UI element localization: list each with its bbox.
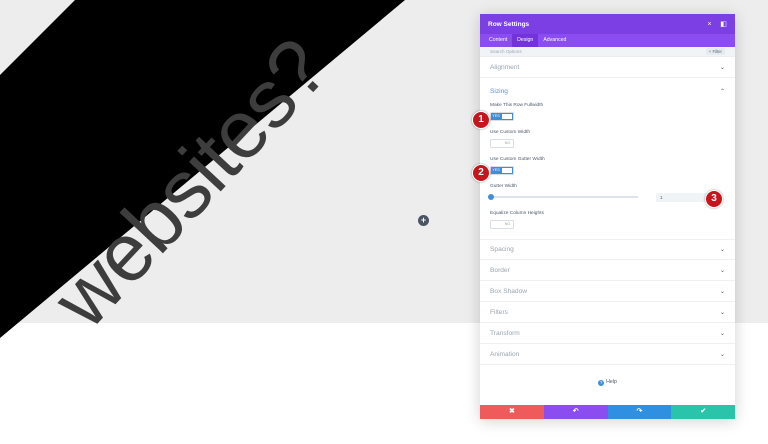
cancel-button[interactable]: ✖ (480, 405, 544, 419)
step-marker-3: 3 (705, 190, 723, 208)
chevron-down-icon: ⌄ (719, 309, 725, 316)
save-button[interactable]: ✔ (671, 405, 735, 419)
chevron-down-icon: ⌄ (719, 288, 725, 295)
gutter-width-input[interactable]: 1 (656, 192, 712, 202)
chevron-down-icon: ⌄ (719, 247, 725, 253)
chevron-down-icon: ⌄ (719, 330, 725, 337)
toggle-state: NO (504, 141, 511, 145)
modal-header: Row Settings × ◧ (480, 14, 735, 34)
section-border[interactable]: Border ⌄ (480, 260, 735, 281)
section-sizing[interactable]: Sizing ⌃ (480, 80, 735, 102)
fullwidth-toggle[interactable]: YES (490, 112, 514, 121)
chevron-down-icon: ⌄ (719, 64, 725, 71)
section-box-shadow[interactable]: Box Shadow ⌄ (480, 281, 735, 302)
chevron-down-icon: ⌄ (719, 351, 725, 358)
section-transform[interactable]: Transform ⌄ (480, 323, 735, 344)
section-title: Sizing (490, 87, 508, 95)
section-alignment[interactable]: Alignment ⌄ (480, 57, 735, 78)
section-spacing[interactable]: Spacing ⌄ (480, 239, 735, 260)
section-filters[interactable]: Filters ⌄ (480, 302, 735, 323)
toggle-knob (491, 140, 502, 147)
modal-tabs: Content Design Advanced (480, 34, 735, 47)
section-title: Spacing (490, 246, 514, 253)
section-title: Transform (490, 329, 520, 337)
custom-gutter-toggle[interactable]: YES (490, 166, 514, 175)
filter-button[interactable]: + Filter (705, 48, 725, 55)
custom-width-toggle[interactable]: NO (490, 139, 514, 148)
gutter-width-slider[interactable] (488, 193, 638, 200)
redo-button[interactable]: ↷ (607, 405, 672, 419)
section-animation[interactable]: Animation ⌄ (480, 344, 735, 365)
tab-content[interactable]: Content (484, 34, 512, 47)
step-marker-1: 1 (472, 111, 490, 129)
equalize-toggle[interactable]: NO (490, 220, 514, 229)
equalize-label: Equalize Column Heights (490, 211, 544, 216)
expand-icon[interactable]: ◧ (720, 20, 727, 28)
slider-handle[interactable] (488, 193, 494, 200)
tab-advanced[interactable]: Advanced (538, 34, 571, 47)
toggle-knob (501, 113, 513, 120)
add-module-button[interactable]: + (418, 215, 429, 226)
toggle-state: YES (491, 113, 501, 120)
toggle-knob (501, 167, 513, 174)
help-icon: ? (598, 380, 605, 386)
close-icon[interactable]: × (706, 21, 713, 28)
undo-button[interactable]: ↶ (543, 405, 608, 419)
step-marker-2: 2 (472, 164, 490, 182)
chevron-up-icon: ⌃ (719, 88, 725, 95)
modal-footer: ✖ ↶ ↷ ✔ (480, 405, 735, 419)
section-title: Box Shadow (490, 287, 528, 295)
section-title: Alignment (490, 63, 520, 71)
toggle-state: YES (491, 167, 501, 174)
toggle-state: NO (504, 222, 511, 226)
modal-title: Row Settings (488, 20, 530, 28)
custom-width-label: Use Custom Width (490, 130, 530, 135)
toggle-knob (491, 221, 502, 228)
gutter-width-label: Gutter Width (490, 184, 517, 189)
chevron-down-icon: ⌄ (719, 267, 725, 274)
gutter-width-control: 1 (488, 192, 725, 202)
search-bar: Search Options + Filter (480, 47, 735, 57)
section-title: Filters (490, 308, 508, 316)
search-input[interactable]: Search Options (490, 49, 706, 54)
row-settings-modal: Row Settings × ◧ Content Design Advanced… (480, 14, 735, 419)
help-label: Help (606, 379, 617, 385)
section-title: Border (490, 266, 510, 274)
help-link[interactable]: ? Help (480, 379, 735, 386)
sizing-options: Make This Row Fullwidth YES Use Custom W… (480, 102, 735, 239)
fullwidth-label: Make This Row Fullwidth (490, 103, 544, 108)
custom-gutter-label: Use Custom Gutter Width (490, 157, 545, 162)
tab-design[interactable]: Design (512, 34, 539, 47)
section-title: Animation (490, 350, 520, 358)
